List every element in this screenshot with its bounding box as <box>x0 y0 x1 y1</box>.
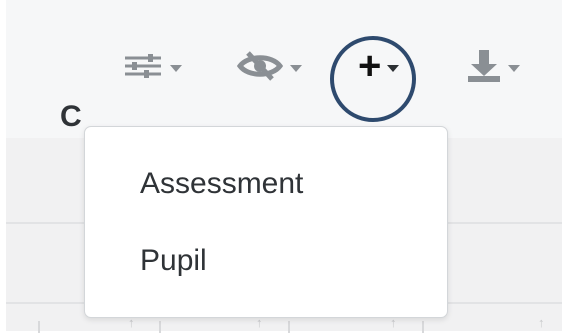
menu-item-assessment[interactable]: Assessment <box>140 169 303 199</box>
eye-off-icon <box>236 49 284 88</box>
column-header[interactable]: C <box>60 102 82 132</box>
caret-down-icon <box>508 64 520 72</box>
page-edge <box>562 0 580 331</box>
sort-icon[interactable]: ↑ <box>538 316 545 329</box>
columns-toggle-button[interactable] <box>122 46 182 90</box>
caret-down-icon <box>170 64 182 72</box>
column-divider[interactable] <box>38 321 40 333</box>
column-divider[interactable] <box>159 321 161 333</box>
column-divider[interactable] <box>422 321 424 333</box>
highlight-ring <box>330 36 416 122</box>
column-divider[interactable] <box>288 321 290 333</box>
menu-item-pupil[interactable]: Pupil <box>140 246 207 276</box>
download-icon <box>466 48 502 89</box>
add-dropdown-menu: Assessment Pupil <box>84 126 448 318</box>
caret-down-icon <box>290 64 302 72</box>
sliders-icon <box>122 50 164 87</box>
visibility-toggle-button[interactable] <box>236 46 302 90</box>
download-button[interactable] <box>466 46 520 90</box>
